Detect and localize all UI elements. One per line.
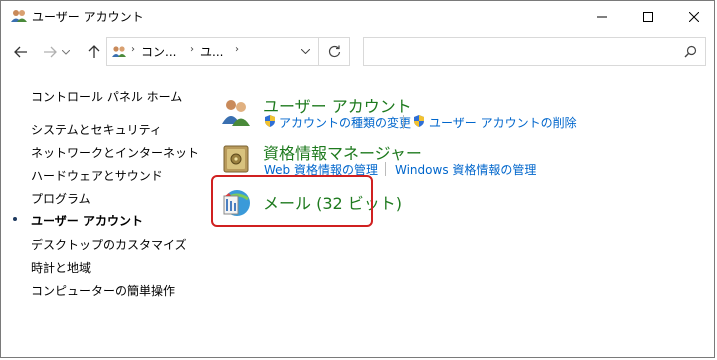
users-icon <box>11 10 27 22</box>
sidebar-item-desktop-customization[interactable]: デスクトップのカスタマイズ <box>31 236 187 253</box>
highlight-frame <box>211 175 373 227</box>
back-button[interactable] <box>9 40 33 64</box>
chevron-down-icon <box>300 49 310 54</box>
sidebar-item-network-internet[interactable]: ネットワークとインターネット <box>31 144 199 161</box>
close-button[interactable] <box>671 1 717 32</box>
link-divider <box>403 115 404 129</box>
breadcrumb-separator-icon: › <box>235 44 239 55</box>
control-panel-window: ユーザー アカウント › コン... › ユ... › コントロール パネル ホ… <box>0 0 715 358</box>
minimize-button[interactable] <box>579 1 625 32</box>
search-icon <box>684 45 697 58</box>
address-bar[interactable]: › コン... › ユ... › <box>106 37 350 66</box>
navigation-bar: › コン... › ユ... › <box>1 32 714 72</box>
breadcrumb-separator-icon: › <box>190 44 194 55</box>
sidebar-item-programs[interactable]: プログラム <box>31 190 91 207</box>
arrow-left-icon <box>14 46 27 58</box>
link-change-account-type[interactable]: アカウントの種類の変更 <box>279 114 411 131</box>
sidebar-item-user-accounts[interactable]: ユーザー アカウント <box>31 212 143 229</box>
arrow-right-icon <box>44 46 57 58</box>
link-divider <box>385 162 386 176</box>
sidebar-item-clock-region[interactable]: 時計と地域 <box>31 259 91 276</box>
credential-vault-icon[interactable] <box>220 142 252 174</box>
close-icon <box>689 11 699 22</box>
breadcrumb-user-accounts[interactable]: ユ... <box>200 43 223 60</box>
uac-shield-icon <box>414 115 424 127</box>
chevron-down-icon <box>62 49 70 55</box>
users-icon[interactable] <box>220 96 252 128</box>
maximize-button[interactable] <box>625 1 671 32</box>
up-button[interactable] <box>82 40 106 64</box>
link-remove-user-account[interactable]: ユーザー アカウントの削除 <box>429 114 577 131</box>
sidebar-item-system-security[interactable]: システムとセキュリティ <box>31 121 162 138</box>
link-manage-windows-credentials[interactable]: Windows 資格情報の管理 <box>395 161 536 178</box>
sidebar-item-control-panel-home[interactable]: コントロール パネル ホーム <box>31 88 182 105</box>
address-dropdown-button[interactable] <box>294 38 316 65</box>
current-item-bullet-icon <box>13 217 17 221</box>
search-input[interactable] <box>363 37 706 66</box>
window-title: ユーザー アカウント <box>32 10 144 24</box>
refresh-button[interactable] <box>318 38 350 65</box>
sidebar-item-hardware-sound[interactable]: ハードウェアとサウンド <box>31 167 163 184</box>
refresh-icon <box>328 45 341 58</box>
sidebar-item-ease-of-access[interactable]: コンピューターの簡単操作 <box>31 282 175 299</box>
uac-shield-icon <box>265 115 275 127</box>
breadcrumb-control-panel[interactable]: コン... <box>141 43 176 60</box>
breadcrumb-separator-icon: › <box>131 44 135 55</box>
title-bar: ユーザー アカウント <box>1 1 714 32</box>
recent-locations-button[interactable] <box>59 40 73 64</box>
minimize-icon <box>597 16 607 17</box>
users-icon <box>112 46 126 57</box>
maximize-icon <box>643 11 653 22</box>
arrow-up-icon <box>88 45 100 58</box>
